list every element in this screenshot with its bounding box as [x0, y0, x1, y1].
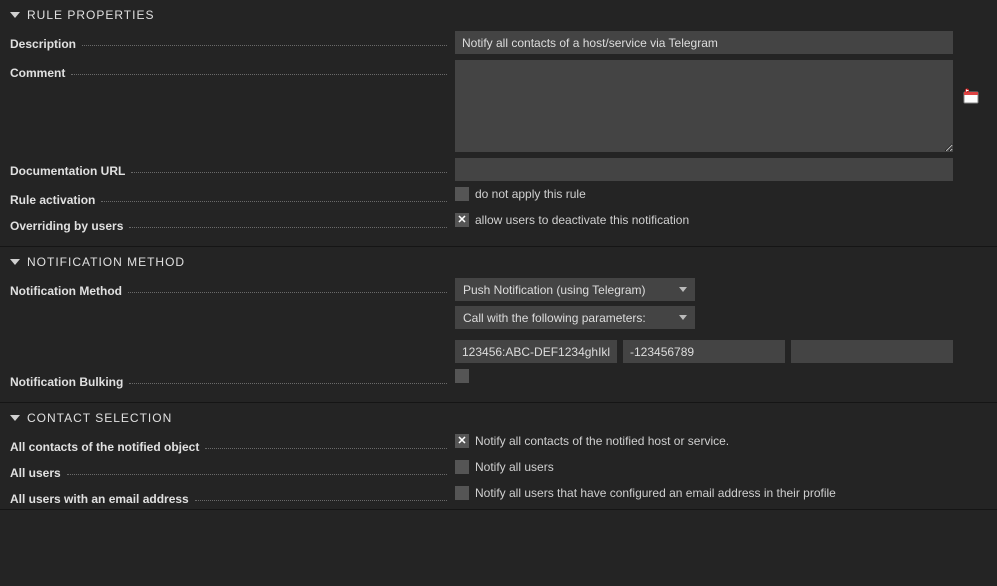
dots-divider	[205, 448, 447, 449]
label-description: Description	[10, 37, 76, 51]
row-doc-url: Documentation URL	[0, 155, 997, 184]
section-header-contact-selection[interactable]: CONTACT SELECTION	[0, 403, 997, 431]
description-input[interactable]	[455, 31, 953, 54]
label-method: Notification Method	[10, 284, 122, 298]
params-select-value: Call with the following parameters:	[463, 311, 646, 325]
chevron-down-icon	[679, 315, 687, 320]
all-email-cb-label[interactable]: Notify all users that have configured an…	[475, 486, 836, 500]
label-bulking: Notification Bulking	[10, 375, 123, 389]
doc-url-input[interactable]	[455, 158, 953, 181]
overriding-cb-label[interactable]: allow users to deactivate this notificat…	[475, 213, 689, 227]
row-comment: Comment	[0, 57, 997, 155]
label-rule-activation: Rule activation	[10, 193, 95, 207]
all-users-cb-label[interactable]: Notify all users	[475, 460, 554, 474]
row-description: Description	[0, 28, 997, 57]
dots-divider	[101, 201, 447, 202]
row-bulking: Notification Bulking	[0, 366, 997, 392]
rule-activation-cb-label[interactable]: do not apply this rule	[475, 187, 586, 201]
param2-input[interactable]	[623, 340, 785, 363]
row-overriding: Overriding by users allow users to deact…	[0, 210, 997, 236]
calendar-icon[interactable]	[963, 88, 979, 104]
method-select[interactable]: Push Notification (using Telegram)	[455, 278, 695, 301]
dots-divider	[82, 45, 447, 46]
dots-divider	[129, 227, 447, 228]
bulking-checkbox[interactable]	[455, 369, 469, 383]
dots-divider	[129, 383, 447, 384]
label-overriding: Overriding by users	[10, 219, 123, 233]
dots-divider	[128, 292, 447, 293]
label-all-contacts: All contacts of the notified object	[10, 440, 199, 454]
label-all-users: All users	[10, 466, 61, 480]
row-all-email: All users with an email address Notify a…	[0, 483, 997, 509]
section-notification-method: NOTIFICATION METHOD Notification Method …	[0, 247, 997, 403]
all-email-checkbox[interactable]	[455, 486, 469, 500]
row-rule-activation: Rule activation do not apply this rule	[0, 184, 997, 210]
section-rule-properties: RULE PROPERTIES Description Comment	[0, 0, 997, 247]
section-header-rule-properties[interactable]: RULE PROPERTIES	[0, 0, 997, 28]
dots-divider	[71, 74, 447, 75]
section-contact-selection: CONTACT SELECTION All contacts of the no…	[0, 403, 997, 510]
section-title: CONTACT SELECTION	[27, 411, 172, 425]
chevron-down-icon	[10, 12, 20, 18]
comment-textarea[interactable]	[455, 60, 953, 152]
row-all-users: All users Notify all users	[0, 457, 997, 483]
chevron-down-icon	[679, 287, 687, 292]
label-doc-url: Documentation URL	[10, 164, 125, 178]
section-title: RULE PROPERTIES	[27, 8, 154, 22]
label-comment: Comment	[10, 66, 65, 80]
method-select-value: Push Notification (using Telegram)	[463, 283, 646, 297]
section-title: NOTIFICATION METHOD	[27, 255, 185, 269]
dots-divider	[131, 172, 447, 173]
dots-divider	[67, 474, 447, 475]
all-contacts-checkbox[interactable]	[455, 434, 469, 448]
row-all-contacts: All contacts of the notified object Noti…	[0, 431, 997, 457]
section-header-notification-method[interactable]: NOTIFICATION METHOD	[0, 247, 997, 275]
chevron-down-icon	[10, 259, 20, 265]
params-select[interactable]: Call with the following parameters:	[455, 306, 695, 329]
label-all-email: All users with an email address	[10, 492, 189, 506]
rule-activation-checkbox[interactable]	[455, 187, 469, 201]
param1-input[interactable]	[455, 340, 617, 363]
overriding-checkbox[interactable]	[455, 213, 469, 227]
param3-input[interactable]	[791, 340, 953, 363]
all-contacts-cb-label[interactable]: Notify all contacts of the notified host…	[475, 434, 729, 448]
row-method: Notification Method Push Notification (u…	[0, 275, 997, 366]
dots-divider	[195, 500, 447, 501]
all-users-checkbox[interactable]	[455, 460, 469, 474]
chevron-down-icon	[10, 415, 20, 421]
